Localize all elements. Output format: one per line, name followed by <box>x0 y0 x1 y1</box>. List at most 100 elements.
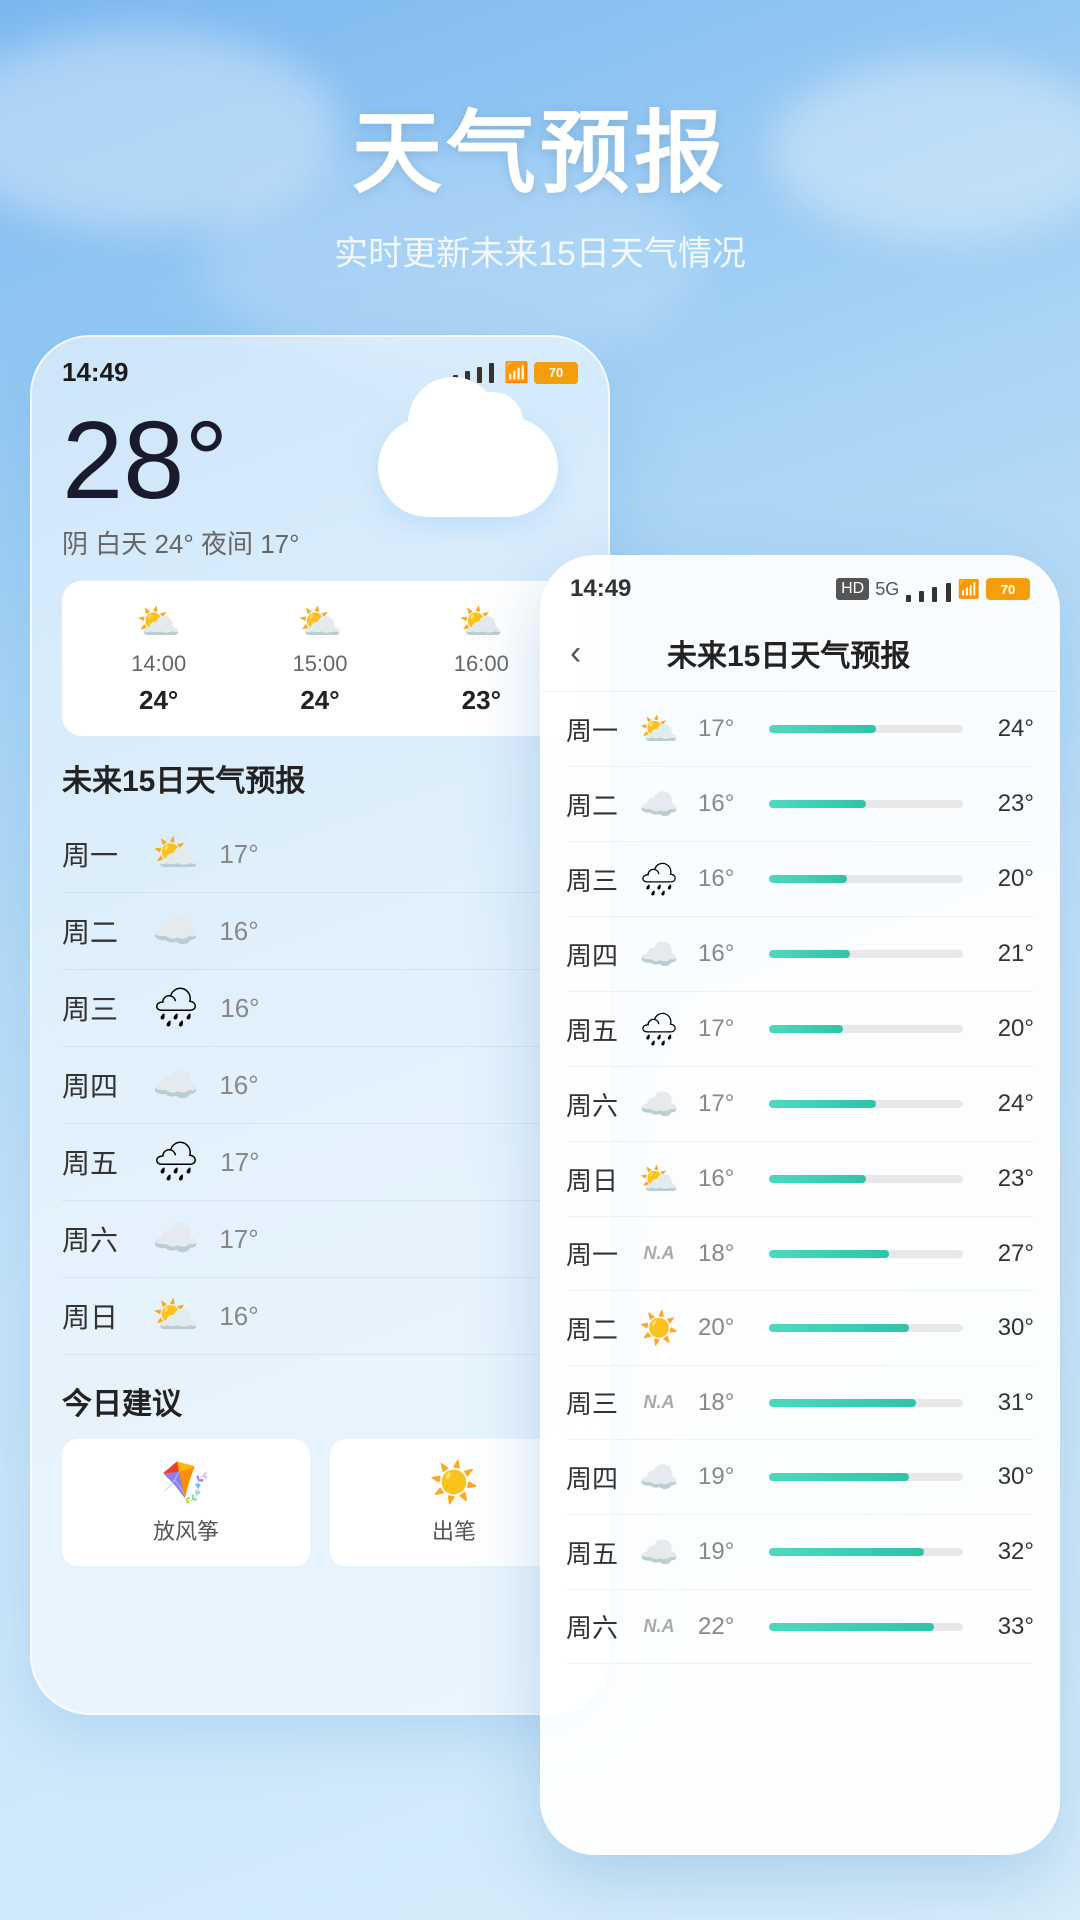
header-section: 天气预报 实时更新未来15日天气情况 <box>0 0 1080 275</box>
temp-bar-container <box>769 800 963 808</box>
forecast-row: 周五 🌧 17° <box>62 1124 578 1201</box>
wifi-icon-right: 📶 <box>958 579 980 600</box>
battery-icon: 70 <box>534 362 578 384</box>
forecast-icon: ⛅ <box>152 832 199 876</box>
forecast-day: 周日 <box>62 1296 132 1336</box>
right-forecast-row: 周五 ☁️ 19° 32° <box>566 1515 1034 1590</box>
back-button[interactable]: ‹ <box>570 634 581 673</box>
right-forecast-row: 周日 ⛅ 16° 23° <box>566 1142 1034 1217</box>
right-forecast-day: 周二 <box>566 786 636 823</box>
hourly-item: ⛅ 16:00 23° <box>401 601 562 716</box>
right-status-bar: 14:49 HD 5G 📶 70 <box>542 557 1058 611</box>
forecast-low-temp: 16° <box>220 993 280 1024</box>
forecast-icon: ☁️ <box>152 1063 199 1107</box>
right-forecast-day: 周二 <box>566 1310 636 1347</box>
temp-bar <box>769 1324 909 1332</box>
temp-bar-container <box>769 1473 963 1481</box>
right-forecast-low: 19° <box>698 1538 753 1566</box>
forecast-weather-icon: 🌧 <box>636 860 682 898</box>
right-forecast-row: 周二 ☀️ 20° 30° <box>566 1291 1034 1366</box>
right-forecast-low: 17° <box>698 1090 753 1118</box>
forecast-day: 周二 <box>62 911 132 951</box>
right-forecast-high: 23° <box>979 1165 1034 1193</box>
forecast-na-icon: N.A <box>636 1392 682 1413</box>
left-status-time: 14:49 <box>62 357 129 388</box>
forecast-icon: ☁️ <box>152 1217 199 1261</box>
temp-bar-container <box>769 1025 963 1033</box>
right-forecast-row: 周六 N.A 22° 33° <box>566 1590 1034 1664</box>
right-forecast-day: 周一 <box>566 711 636 748</box>
right-forecast-high: 32° <box>979 1538 1034 1566</box>
temp-bar <box>769 1623 934 1631</box>
wifi-icon: 📶 <box>504 360 529 385</box>
right-forecast-low: 16° <box>698 790 753 818</box>
temp-bar-container <box>769 725 963 733</box>
right-forecast-day: 周三 <box>566 1384 636 1421</box>
forecast-row: 周四 ☁️ 16° <box>62 1047 578 1124</box>
right-forecast-low: 17° <box>698 1015 753 1043</box>
right-forecast-low: 18° <box>698 1240 753 1268</box>
temp-bar <box>769 1025 843 1033</box>
right-forecast-low: 17° <box>698 715 753 743</box>
temp-bar-container <box>769 1175 963 1183</box>
right-forecast-day: 周六 <box>566 1086 636 1123</box>
advice-label: 放风筝 <box>82 1514 290 1546</box>
temp-bar-container <box>769 1324 963 1332</box>
forecast-na-icon: N.A <box>636 1243 682 1264</box>
right-forecast-row: 周四 ☁️ 19° 30° <box>566 1440 1034 1515</box>
forecast-weather-icon: ☁️ <box>636 1458 682 1496</box>
forecast-icon: 🌧 <box>152 1140 200 1184</box>
cloud-illustration <box>378 417 578 577</box>
hour-time: 15:00 <box>292 651 347 677</box>
right-forecast-row: 周三 🌧 16° 20° <box>566 842 1034 917</box>
right-forecast-high: 33° <box>979 1613 1034 1641</box>
advice-cards: 🪁 放风筝 ☀️ 出笔 <box>62 1439 578 1566</box>
right-forecast-low: 16° <box>698 940 753 968</box>
forecast-day: 周三 <box>62 988 132 1028</box>
right-forecast-low: 16° <box>698 1165 753 1193</box>
left-forecast-section: 未来15日天气预报 周一 ⛅ 17° 周二 ☁️ 16° 周三 🌧 16° 周四… <box>62 756 578 1355</box>
advice-section: 今日建议 🪁 放风筝 ☀️ 出笔 <box>62 1379 578 1566</box>
forecast-low-temp: 16° <box>219 1301 279 1332</box>
right-forecast-high: 20° <box>979 865 1034 893</box>
right-forecast-low: 19° <box>698 1463 753 1491</box>
temp-bar <box>769 1100 876 1108</box>
page-title: 天气预报 <box>0 80 1080 210</box>
right-forecast-high: 30° <box>979 1314 1034 1342</box>
right-forecast-row: 周二 ☁️ 16° 23° <box>566 767 1034 842</box>
temp-bar <box>769 725 876 733</box>
right-forecast-high: 31° <box>979 1389 1034 1417</box>
right-battery-icon: 70 <box>986 578 1030 600</box>
left-status-bar: 14:49 📶 70 <box>32 337 608 396</box>
left-forecast-title: 未来15日天气预报 <box>62 756 578 800</box>
hour-weather-icon: ⛅ <box>136 601 181 643</box>
right-forecast-day: 周五 <box>566 1011 636 1048</box>
advice-icon: ☀️ <box>350 1459 558 1506</box>
right-forecast-day: 周五 <box>566 1534 636 1571</box>
hour-weather-icon: ⛅ <box>459 601 504 643</box>
forecast-weather-icon: 🌧 <box>636 1010 682 1048</box>
advice-card: 🪁 放风筝 <box>62 1439 310 1566</box>
right-forecast-day: 周六 <box>566 1608 636 1645</box>
forecast-row: 周二 ☁️ 16° <box>62 893 578 970</box>
right-forecast-high: 24° <box>979 1090 1034 1118</box>
forecast-low-temp: 17° <box>219 1224 279 1255</box>
forecast-na-icon: N.A <box>636 1616 682 1637</box>
left-forecast-list: 周一 ⛅ 17° 周二 ☁️ 16° 周三 🌧 16° 周四 ☁️ 16° 周五… <box>62 816 578 1355</box>
forecast-row: 周日 ⛅ 16° <box>62 1278 578 1355</box>
temp-bar <box>769 1548 924 1556</box>
signal-icon-right <box>905 576 951 602</box>
forecast-weather-icon: ⛅ <box>636 1160 682 1198</box>
right-forecast-day: 周四 <box>566 936 636 973</box>
right-forecast-high: 21° <box>979 940 1034 968</box>
forecast-low-temp: 17° <box>219 839 279 870</box>
right-forecast-day: 周四 <box>566 1459 636 1496</box>
right-forecast-low: 20° <box>698 1314 753 1342</box>
temp-bar <box>769 1473 909 1481</box>
forecast-icon: 🌧 <box>152 986 200 1030</box>
temp-bar <box>769 875 847 883</box>
right-forecast-row: 周一 ⛅ 17° 24° <box>566 692 1034 767</box>
right-forecast-low: 22° <box>698 1613 753 1641</box>
page-subtitle: 实时更新未来15日天气情况 <box>0 226 1080 275</box>
temp-bar-container <box>769 1100 963 1108</box>
